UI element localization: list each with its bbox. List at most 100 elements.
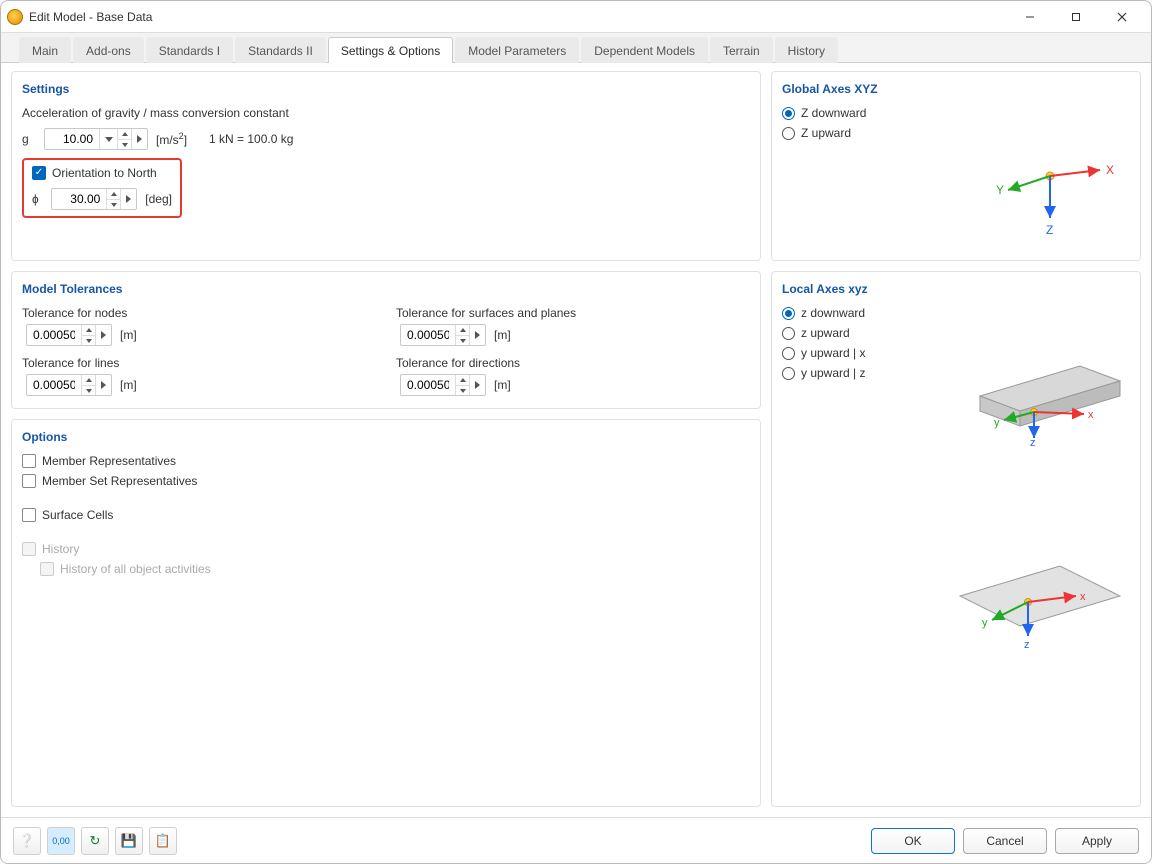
tab-add-ons[interactable]: Add-ons [73,37,144,63]
svg-text:Y: Y [996,183,1004,197]
local-y-up-z-radio[interactable] [782,367,795,380]
member-set-reps-checkbox[interactable] [22,474,36,488]
lines-tolerance-label: Tolerance for lines [22,356,376,370]
local-z-up-label: z upward [801,326,850,340]
copy-button[interactable]: 📋 [149,827,177,855]
local-axes-title: Local Axes xyz [782,282,1130,296]
settings-panel: Settings Acceleration of gravity / mass … [11,71,761,261]
nodes-tolerance-label: Tolerance for nodes [22,306,376,320]
tab-standards-ii[interactable]: Standards II [235,37,326,63]
dialog-footer: ❔ 0,00 ↻ 💾 📋 OK Cancel Apply [1,817,1151,863]
tolerances-panel-title: Model Tolerances [22,282,750,296]
nodes-tolerance-apply-icon[interactable] [95,325,111,345]
member-set-reps-label: Member Set Representatives [42,474,197,488]
content-area: Settings Acceleration of gravity / mass … [1,63,1151,817]
gravity-spinner[interactable] [117,129,131,149]
nodes-tolerance-input-group [26,324,112,346]
gravity-unit: [m/s2] [156,131,187,147]
help-button[interactable]: ❔ [13,827,41,855]
titlebar: Edit Model - Base Data [1,1,1151,33]
surfaces-tolerance-apply-icon[interactable] [469,325,485,345]
tab-history[interactable]: History [775,37,838,63]
tab-dependent-models[interactable]: Dependent Models [581,37,708,63]
local-z-down-radio[interactable] [782,307,795,320]
global-axes-panel: Global Axes XYZ Z downward Z upward [771,71,1141,261]
surfaces-tolerance-spinner[interactable] [455,325,469,345]
window-title: Edit Model - Base Data [29,10,152,24]
options-panel: Options Member Representatives Member Se… [11,419,761,807]
gravity-symbol: g [22,132,40,146]
svg-text:x: x [1080,591,1086,603]
minimize-button[interactable] [1007,2,1053,32]
directions-tolerance-unit: [m] [494,378,511,392]
lines-tolerance-apply-icon[interactable] [95,375,111,395]
maximize-button[interactable] [1053,2,1099,32]
member-reps-label: Member Representatives [42,454,176,468]
surfaces-tolerance-label: Tolerance for surfaces and planes [396,306,750,320]
surface-cells-label: Surface Cells [42,508,113,522]
ok-button[interactable]: OK [871,828,955,854]
gravity-apply-icon[interactable] [131,129,147,149]
surfaces-tolerance-input[interactable] [401,328,455,342]
phi-apply-icon[interactable] [120,189,136,209]
local-axes-panel: Local Axes xyz z downward z upward y upw… [771,271,1141,807]
close-button[interactable] [1099,2,1145,32]
z-upward-label: Z upward [801,126,851,140]
history-all-label: History of all object activities [60,562,211,576]
tab-main[interactable]: Main [19,37,71,63]
svg-text:X: X [1106,163,1114,177]
gravity-input[interactable] [45,132,99,146]
tab-bar: MainAdd-onsStandards IStandards IISettin… [1,33,1151,63]
cancel-button[interactable]: Cancel [963,828,1047,854]
global-axes-preview: X Y Z [782,146,1130,266]
history-checkbox [22,542,36,556]
directions-tolerance-apply-icon[interactable] [469,375,485,395]
z-upward-radio[interactable] [782,127,795,140]
surfaces-tolerance-input-group [400,324,486,346]
local-y-up-x-radio[interactable] [782,347,795,360]
conversion-note: 1 kN = 100.0 kg [209,132,293,146]
directions-tolerance-label: Tolerance for directions [396,356,750,370]
nodes-tolerance-spinner[interactable] [81,325,95,345]
tab-settings-options[interactable]: Settings & Options [328,37,453,63]
tab-model-parameters[interactable]: Model Parameters [455,37,579,63]
lines-tolerance-unit: [m] [120,378,137,392]
directions-tolerance-input-group [400,374,486,396]
save-config-button[interactable]: 💾 [115,827,143,855]
lines-tolerance-input[interactable] [27,378,81,392]
lines-tolerance-spinner[interactable] [81,375,95,395]
directions-tolerance-spinner[interactable] [455,375,469,395]
z-downward-label: Z downward [801,106,866,120]
gravity-input-group [44,128,148,150]
apply-button[interactable]: Apply [1055,828,1139,854]
svg-text:y: y [982,617,988,629]
svg-text:z: z [1030,437,1036,446]
orientation-label: Orientation to North [52,166,157,180]
directions-tolerance-input[interactable] [401,378,455,392]
local-z-up-radio[interactable] [782,327,795,340]
units-button[interactable]: 0,00 [47,827,75,855]
refresh-button[interactable]: ↻ [81,827,109,855]
surface-cells-checkbox[interactable] [22,508,36,522]
app-icon [7,9,23,25]
svg-text:Z: Z [1046,223,1053,237]
gravity-dropdown[interactable] [99,129,117,149]
tab-standards-i[interactable]: Standards I [146,37,233,63]
orientation-checkbox[interactable] [32,166,46,180]
phi-unit: [deg] [145,192,172,206]
svg-text:z: z [1024,639,1030,651]
local-z-down-label: z downward [801,306,865,320]
history-all-checkbox [40,562,54,576]
phi-spinner[interactable] [106,189,120,209]
member-reps-checkbox[interactable] [22,454,36,468]
nodes-tolerance-input[interactable] [27,328,81,342]
tab-terrain[interactable]: Terrain [710,37,773,63]
gravity-label: Acceleration of gravity / mass conversio… [22,106,750,120]
surfaces-tolerance-unit: [m] [494,328,511,342]
global-axes-title: Global Axes XYZ [782,82,1130,96]
phi-input-group [51,188,137,210]
z-downward-radio[interactable] [782,107,795,120]
phi-input[interactable] [52,192,106,206]
orientation-highlight: Orientation to North ɸ [deg] [22,158,182,218]
options-panel-title: Options [22,430,750,444]
